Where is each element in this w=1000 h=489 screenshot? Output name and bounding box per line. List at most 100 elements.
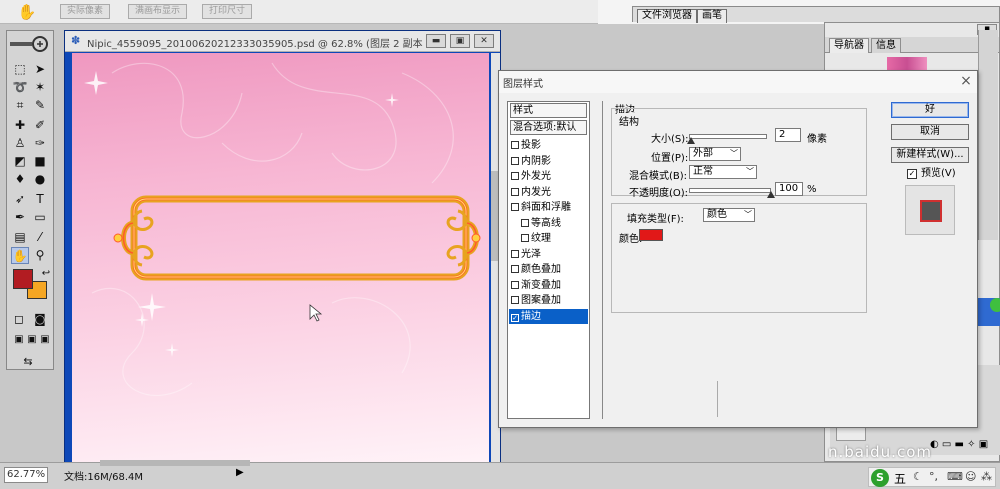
magic-wand-tool-icon[interactable]: ✶ <box>31 79 49 96</box>
cancel-button[interactable]: 取消 <box>891 124 969 140</box>
checkbox-icon[interactable] <box>511 249 519 258</box>
checkbox-icon[interactable] <box>511 141 519 149</box>
blend-options-item[interactable]: 混合选项:默认 <box>510 120 587 135</box>
history-brush-tool-icon[interactable]: ✑ <box>31 135 49 152</box>
eraser-tool-icon[interactable]: ◩ <box>11 153 29 170</box>
checkbox-icon[interactable] <box>511 156 519 165</box>
checkbox-icon[interactable] <box>511 203 519 211</box>
effect-item[interactable]: 外发光 <box>509 169 588 184</box>
right-panel-scrollbar[interactable] <box>978 30 998 240</box>
quick-mask-icon[interactable]: ◙ <box>31 311 49 328</box>
close-button[interactable]: ✕ <box>474 34 494 48</box>
tab-file-browser[interactable]: 文件浏览器 <box>637 9 697 23</box>
effect-item[interactable]: 渐变叠加 <box>509 278 588 293</box>
moon-icon[interactable]: ☾ <box>913 470 923 483</box>
maximize-button[interactable]: ▣ <box>450 34 470 48</box>
blend-mode-dropdown[interactable]: 正常 ﹀ <box>689 165 757 179</box>
actual-pixels-button[interactable]: 实际像素 <box>60 4 111 19</box>
document-canvas[interactable] <box>72 53 489 465</box>
crop-tool-icon[interactable]: ⌗ <box>11 97 29 114</box>
document-titlebar: ✽ Nipic_4559095_20100620212333035905.psd… <box>65 31 500 52</box>
stroke-color-swatch[interactable] <box>639 229 663 241</box>
notes-tool-icon[interactable]: ▤ <box>11 229 29 246</box>
hand-tool-icon[interactable]: ✋ <box>14 2 40 22</box>
marquee-tool-icon[interactable]: ⬚ <box>11 61 29 78</box>
ok-button[interactable]: 好 <box>891 102 969 118</box>
checkbox-icon[interactable] <box>521 234 529 242</box>
lasso-tool-icon[interactable]: ➰ <box>11 79 29 96</box>
healing-brush-tool-icon[interactable]: ✚ <box>11 117 29 134</box>
gradient-tool-icon[interactable]: ■ <box>31 153 49 170</box>
style-list: 样式 混合选项:默认 投影 内阴影 外发光 内发光 斜面和浮雕等高线纹理 光泽 颜色叠加 渐变… <box>507 101 590 419</box>
size-field[interactable]: 2 <box>775 128 801 142</box>
effect-item[interactable]: 内阴影 <box>509 154 588 169</box>
zoom-tool-icon[interactable]: ⚲ <box>31 247 49 264</box>
status-menu-arrow-icon[interactable]: ▶ <box>236 467 244 478</box>
effect-item[interactable]: 内发光 <box>509 185 588 200</box>
jump-to-imageready-icon[interactable]: ⇆ <box>19 353 37 370</box>
effect-item[interactable]: 等高线 <box>509 216 588 231</box>
opacity-slider-knob[interactable] <box>767 191 775 198</box>
effect-item[interactable]: ✓ 描边 <box>509 308 588 324</box>
size-slider-knob[interactable] <box>686 137 695 144</box>
tab-info[interactable]: 信息 <box>871 38 901 53</box>
tab-brushes[interactable]: 画笔 <box>697 9 727 23</box>
position-dropdown[interactable]: 外部 ﹀ <box>689 147 741 161</box>
move-tool-icon[interactable]: ➤ <box>31 61 49 78</box>
effect-item[interactable]: 颜色叠加 <box>509 262 588 277</box>
eyedropper-tool-icon[interactable]: ⁄ <box>31 229 49 246</box>
keyboard-icon[interactable]: ⌨ <box>947 470 963 483</box>
screen-mode-full-icon[interactable]: ▣ <box>36 331 54 348</box>
brush-tool-icon[interactable]: ✐ <box>31 117 49 134</box>
styles-header[interactable]: 样式 <box>510 103 587 118</box>
checkbox-icon[interactable] <box>521 218 529 227</box>
checkbox-icon[interactable] <box>511 265 519 273</box>
effect-item[interactable]: 纹理 <box>509 231 588 246</box>
opacity-slider-track[interactable] <box>689 188 771 193</box>
punctuation-icon[interactable]: °, <box>929 470 938 483</box>
toolbox-logo-icon <box>10 36 48 52</box>
new-style-button[interactable]: 新建样式(W)... <box>891 147 969 163</box>
blur-tool-icon[interactable]: ♦ <box>11 171 29 188</box>
tab-navigator[interactable]: 导航器 <box>829 38 869 53</box>
effect-item[interactable]: 斜面和浮雕 <box>509 200 588 215</box>
shape-tool-icon[interactable]: ▭ <box>31 209 49 226</box>
opacity-field[interactable]: 100 <box>775 182 803 196</box>
effect-label: 等高线 <box>531 217 561 229</box>
zoom-field[interactable]: 62.77% <box>4 467 48 483</box>
fit-screen-button[interactable]: 满画布显示 <box>128 4 188 19</box>
grid-icon[interactable]: ⁂ <box>981 470 992 483</box>
ime-mode-label[interactable]: 五 <box>894 470 906 487</box>
document-horizontal-scroll-thumb[interactable] <box>100 460 250 466</box>
ime-logo[interactable]: S <box>871 469 889 487</box>
checkbox-checked-icon[interactable]: ✓ <box>511 313 519 322</box>
effect-label: 图案叠加 <box>521 295 561 306</box>
clone-stamp-tool-icon[interactable]: ♙ <box>11 135 29 152</box>
type-tool-icon[interactable]: T <box>31 191 49 208</box>
document-size-info: 文档:16M/68.4M <box>64 472 143 483</box>
path-selection-tool-icon[interactable]: ➶ <box>11 191 29 208</box>
slice-tool-icon[interactable]: ✎ <box>31 97 49 114</box>
print-size-button[interactable]: 打印尺寸 <box>202 4 253 19</box>
layer-buttons-icon[interactable]: ◐ ▭ ▬ ✧ ▣ <box>930 439 988 450</box>
checkbox-icon[interactable] <box>511 187 519 196</box>
dodge-tool-icon[interactable]: ● <box>31 171 49 188</box>
size-slider-track[interactable] <box>689 134 767 139</box>
swap-colors-icon[interactable]: ↩ <box>37 265 55 282</box>
canvas-artwork <box>84 62 481 396</box>
checkbox-icon[interactable] <box>511 280 519 289</box>
effect-item[interactable]: 光泽 <box>509 247 588 262</box>
hand-tool-selected-icon[interactable]: ✋ <box>11 247 29 264</box>
preview-checkbox[interactable]: ✓ 预览(V) <box>907 167 969 181</box>
minimize-button[interactable]: ▬ <box>426 34 446 48</box>
effect-item[interactable]: 投影 <box>509 138 588 153</box>
effect-item[interactable]: 图案叠加 <box>509 293 588 308</box>
dialog-close-icon[interactable]: × <box>957 72 975 90</box>
pen-tool-icon[interactable]: ✒ <box>11 209 29 226</box>
standard-mode-icon[interactable]: ◻ <box>10 311 28 328</box>
person-icon[interactable]: ☺ <box>965 470 976 483</box>
checkbox-icon[interactable] <box>511 296 519 304</box>
foreground-color-swatch[interactable] <box>13 269 33 289</box>
checkbox-icon[interactable] <box>511 172 519 180</box>
fill-type-dropdown[interactable]: 颜色 ﹀ <box>703 208 755 222</box>
